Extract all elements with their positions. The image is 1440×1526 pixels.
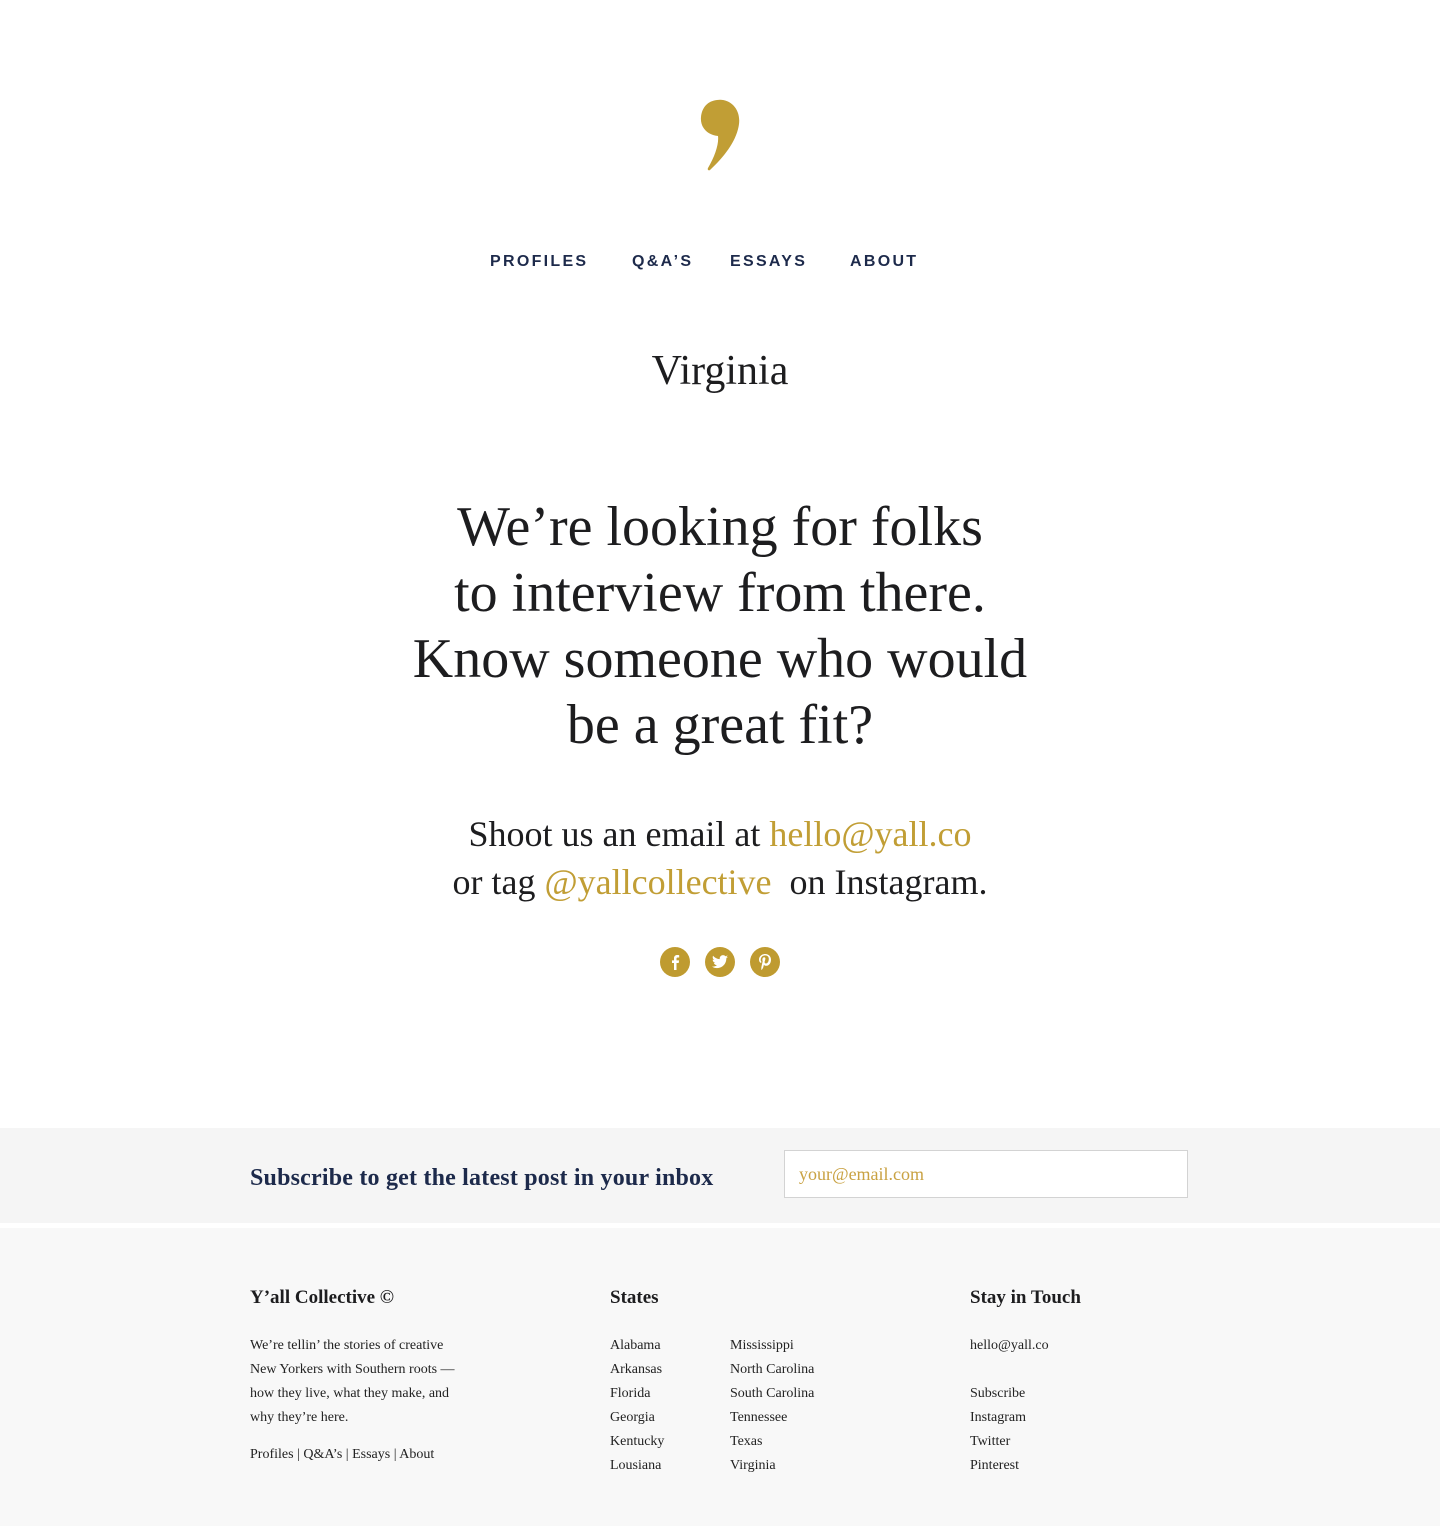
nav-about[interactable]: ABOUT xyxy=(850,251,918,273)
footer-link-subscribe[interactable]: Subscribe xyxy=(970,1382,1190,1406)
cta-email-link[interactable]: hello@yall.co xyxy=(769,814,971,854)
cta-line-2: or tag @yallcollective on Instagram. xyxy=(320,858,1120,906)
footer-about-column: Y’all Collective © We’re tellin’ the sto… xyxy=(250,1286,550,1467)
headline-line: to interview from there. xyxy=(454,562,986,624)
state-link-florida[interactable]: Florida xyxy=(610,1382,730,1406)
link-separator: | xyxy=(293,1447,304,1462)
contact-cta: Shoot us an email at hello@yall.co or ta… xyxy=(320,810,1120,906)
states-list-1: Alabama Arkansas Florida Georgia Kentuck… xyxy=(610,1334,730,1478)
cta-tag-prefix: or tag xyxy=(452,862,545,902)
main-nav: PROFILES Q&A’S ESSAYS ABOUT xyxy=(0,251,1440,273)
state-link-georgia[interactable]: Georgia xyxy=(610,1406,730,1430)
cta-instagram-handle-link[interactable]: @yallcollective xyxy=(544,862,771,902)
state-link-alabama[interactable]: Alabama xyxy=(610,1334,730,1358)
footer-contact-links: Subscribe Instagram Twitter Pinterest xyxy=(970,1382,1190,1478)
footer-link-instagram[interactable]: Instagram xyxy=(970,1406,1190,1430)
facebook-icon[interactable] xyxy=(660,947,690,977)
nav-qas[interactable]: Q&A’S xyxy=(632,251,693,273)
state-link-lousiana[interactable]: Lousiana xyxy=(610,1454,730,1478)
cta-tag-suffix: on Instagram. xyxy=(789,862,988,902)
subscribe-bar: Subscribe to get the latest post in your… xyxy=(0,1128,1440,1223)
footer-description-line: how they live, what they make, and xyxy=(250,1386,450,1401)
footer-email-link[interactable]: hello@yall.co xyxy=(970,1334,1190,1358)
footer-description: We’re tellin’ the stories of creative Ne… xyxy=(250,1334,550,1430)
footer-link-twitter[interactable]: Twitter xyxy=(970,1430,1190,1454)
state-link-south-carolina[interactable]: South Carolina xyxy=(730,1382,890,1406)
headline: We’re looking for folks to interview fro… xyxy=(370,494,1070,758)
state-link-kentucky[interactable]: Kentucky xyxy=(610,1430,730,1454)
headline-line: We’re looking for folks xyxy=(457,496,983,558)
state-link-tennessee[interactable]: Tennessee xyxy=(730,1406,890,1430)
page-title: Virginia xyxy=(651,348,789,394)
nav-essays[interactable]: ESSAYS xyxy=(730,251,807,273)
footer-link-qas[interactable]: Q&A’s xyxy=(303,1447,342,1462)
cta-line-1: Shoot us an email at hello@yall.co xyxy=(320,810,1120,858)
footer-link-pinterest[interactable]: Pinterest xyxy=(970,1454,1190,1478)
subscribe-prompt: Subscribe to get the latest post in your… xyxy=(250,1165,714,1191)
link-separator: | xyxy=(342,1447,353,1462)
footer-link-essays[interactable]: Essays xyxy=(352,1447,390,1462)
site-footer: Y’all Collective © We’re tellin’ the sto… xyxy=(0,1228,1440,1526)
footer-description-line: New Yorkers with Southern roots — xyxy=(250,1362,455,1377)
state-link-texas[interactable]: Texas xyxy=(730,1430,890,1454)
footer-states-heading: States xyxy=(610,1287,659,1308)
footer-contact-column: Stay in Touch hello@yall.co Subscribe In… xyxy=(970,1286,1190,1478)
subscribe-email-input[interactable] xyxy=(784,1150,1188,1198)
footer-nav-links: Profiles | Q&A’s | Essays | About xyxy=(250,1443,550,1467)
states-list-2: Mississippi North Carolina South Carolin… xyxy=(730,1334,890,1478)
state-link-virginia[interactable]: Virginia xyxy=(730,1454,890,1478)
headline-line: Know someone who would xyxy=(412,628,1028,690)
footer-states-column: States Alabama Arkansas Florida Georgia … xyxy=(610,1286,910,1473)
footer-description-line: why they’re here. xyxy=(250,1410,349,1425)
nav-profiles[interactable]: PROFILES xyxy=(490,251,588,273)
link-separator: | xyxy=(390,1447,400,1462)
footer-brand-heading: Y’all Collective © xyxy=(250,1287,394,1308)
state-link-north-carolina[interactable]: North Carolina xyxy=(730,1358,890,1382)
social-links xyxy=(660,947,780,977)
footer-contact-heading: Stay in Touch xyxy=(970,1287,1081,1308)
footer-description-line: We’re tellin’ the stories of creative xyxy=(250,1338,444,1353)
state-link-arkansas[interactable]: Arkansas xyxy=(610,1358,730,1382)
state-link-mississippi[interactable]: Mississippi xyxy=(730,1334,890,1358)
twitter-icon[interactable] xyxy=(705,947,735,977)
comma-logo-icon[interactable] xyxy=(699,98,741,172)
cta-email-prefix: Shoot us an email at xyxy=(468,814,770,854)
footer-link-profiles[interactable]: Profiles xyxy=(250,1447,294,1462)
footer-link-about[interactable]: About xyxy=(399,1447,434,1462)
headline-line: be a great fit? xyxy=(566,694,874,756)
pinterest-icon[interactable] xyxy=(750,947,780,977)
